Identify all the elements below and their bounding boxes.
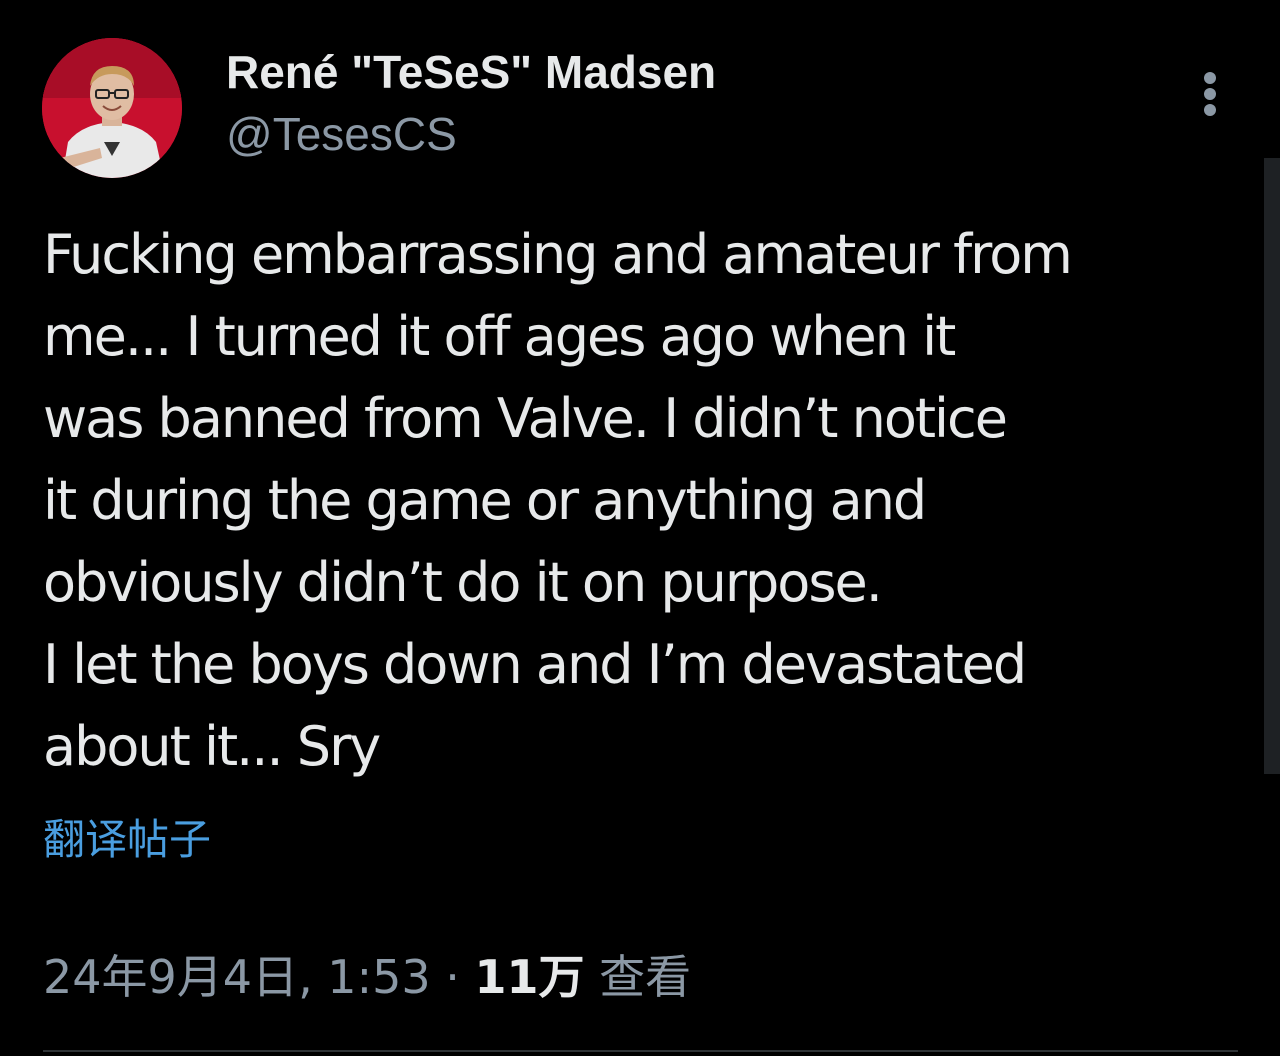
translate-post-link[interactable]: 翻译帖子 [43, 812, 211, 868]
tweet-text-line: Fucking embarrassing and amateur from [43, 223, 1073, 286]
author-display-name[interactable]: René "TeSeS" Madsen [226, 44, 716, 100]
more-dot [1204, 88, 1216, 100]
divider [43, 1050, 1238, 1052]
tweet-text-line: I let the boys down and I’m devastated [43, 633, 1027, 696]
avatar[interactable] [42, 38, 182, 178]
author-handle[interactable]: @TesesCS [226, 106, 457, 162]
tweet-text-line: it during the game or anything and [43, 469, 927, 532]
scrollbar[interactable] [1264, 158, 1280, 774]
tweet-text: Fucking embarrassing and amateur from me… [43, 214, 1233, 788]
tweet-text-line: about it... Sry [43, 715, 381, 778]
views-count: 11万 [474, 950, 585, 1004]
meta-separator: · [430, 950, 475, 1004]
tweet-meta: 24年9月4日, 1:53 · 11万 查看 [43, 946, 691, 1008]
views-label: 查看 [584, 950, 692, 1004]
tweet-text-line: obviously didn’t do it on purpose. [43, 551, 883, 614]
tweet-text-line: me... I turned it off ages ago when it [43, 305, 956, 368]
tweet-timestamp[interactable]: 24年9月4日, 1:53 [43, 950, 431, 1004]
more-dot [1204, 72, 1216, 84]
more-options-button[interactable] [1190, 66, 1230, 122]
profile-photo-icon [42, 38, 182, 178]
tweet-text-line: was banned from Valve. I didn’t notice [43, 387, 1008, 450]
more-dot [1204, 104, 1216, 116]
